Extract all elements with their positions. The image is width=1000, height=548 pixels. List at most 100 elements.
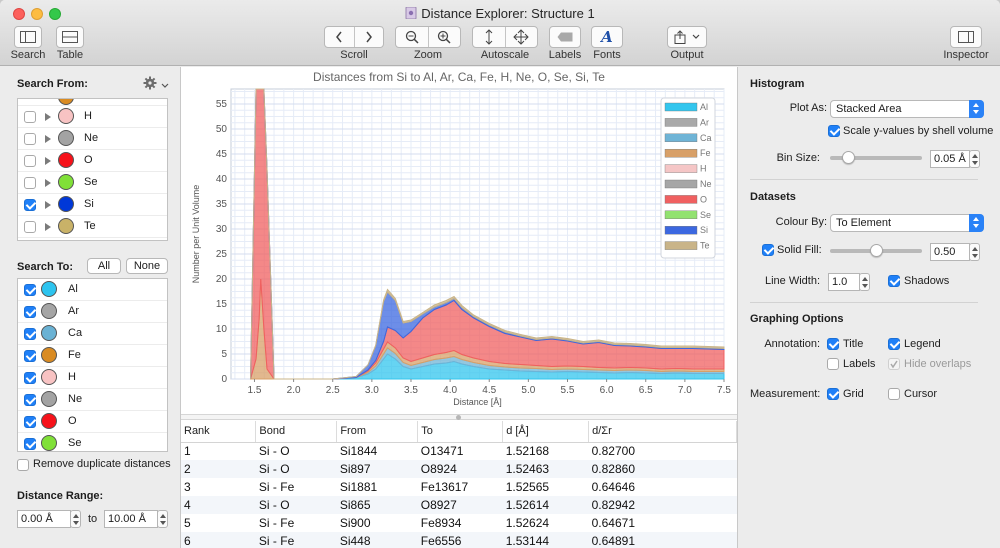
search-to-checkbox[interactable] — [24, 306, 36, 318]
scroll-right-button[interactable] — [353, 27, 383, 47]
search-to-checkbox[interactable] — [24, 394, 36, 406]
search-from-checkbox[interactable] — [24, 177, 36, 189]
labels-button[interactable] — [549, 26, 581, 48]
remove-duplicates-checkbox[interactable] — [17, 459, 29, 471]
search-to-item[interactable]: Ar — [18, 301, 167, 323]
solid-fill-slider-knob[interactable] — [870, 244, 883, 257]
range-to-field[interactable]: 10.00 Å — [104, 510, 158, 528]
labels-checkbox[interactable] — [827, 358, 839, 370]
column-header[interactable]: From — [336, 421, 419, 443]
search-to-checkbox[interactable] — [24, 328, 36, 340]
search-to-item[interactable]: Ne — [18, 389, 167, 411]
disclosure-triangle-icon[interactable] — [45, 157, 51, 165]
search-from-checkbox[interactable] — [24, 155, 36, 167]
table-button[interactable] — [56, 26, 84, 48]
y-tick-label: 0 — [221, 374, 227, 385]
y-tick-label: 25 — [216, 249, 228, 260]
bin-size-slider[interactable] — [830, 151, 922, 164]
search-to-item[interactable]: Fe — [18, 345, 167, 367]
search-to-item[interactable]: O — [18, 411, 167, 433]
column-header[interactable]: d/Σr — [588, 421, 737, 443]
search-from-checkbox[interactable] — [24, 221, 36, 233]
table-row[interactable]: 2 Si - O Si897 O8924 1.52463 0.82860 — [181, 460, 737, 478]
split-view-divider[interactable] — [181, 414, 737, 420]
search-to-item[interactable]: Al — [18, 279, 167, 301]
legend-swatch-h — [664, 164, 698, 173]
scale-y-checkbox[interactable] — [828, 125, 840, 137]
disclosure-triangle-icon[interactable] — [45, 201, 51, 209]
search-button[interactable] — [14, 26, 42, 48]
table-row[interactable]: 3 Si - Fe Si1881 Fe13617 1.52565 0.64646 — [181, 478, 737, 496]
scale-y-label: Scale y-values by shell volume — [843, 125, 994, 137]
search-to-list[interactable]: Al Ar Ca Fe H Ne O Se — [17, 278, 168, 452]
distance-histogram-chart[interactable]: 1.5 2.0 2.5 3.0 3.5 4.0 4.5 5.0 5.5 6.0 6.5 7.0 7.5 0… — [181, 67, 737, 413]
cursor-checkbox[interactable] — [888, 388, 900, 400]
autoscale-vertical-button[interactable] — [473, 27, 505, 47]
title-checkbox[interactable] — [827, 338, 839, 350]
disclosure-triangle-icon[interactable] — [45, 135, 51, 143]
line-width-stepper[interactable] — [859, 273, 870, 291]
search-from-checkbox[interactable] — [24, 133, 36, 145]
select-all-button[interactable]: All — [87, 258, 121, 274]
column-header[interactable]: d [Å] — [502, 421, 590, 443]
search-from-checkbox[interactable] — [24, 199, 36, 211]
popup-arrows-icon — [969, 100, 984, 118]
search-from-item[interactable]: Ne — [18, 128, 167, 150]
select-none-button[interactable]: None — [126, 258, 168, 274]
scroll-left-button[interactable] — [325, 27, 354, 47]
search-to-checkbox[interactable] — [24, 284, 36, 296]
search-from-item[interactable]: Si — [18, 194, 167, 216]
solid-fill-field[interactable]: 0.50 — [930, 243, 970, 261]
search-to-checkbox[interactable] — [24, 438, 36, 450]
autoscale-both-button[interactable] — [504, 27, 537, 47]
table-row[interactable]: 6 Si - Fe Si448 Fe6556 1.53144 0.64891 — [181, 532, 737, 548]
remove-duplicates-label: Remove duplicate distances — [33, 458, 171, 470]
hide-overlaps-checkbox[interactable] — [888, 358, 900, 370]
fonts-button[interactable]: A — [591, 26, 623, 48]
search-to-item[interactable]: Ca — [18, 323, 167, 345]
plot-as-popup[interactable]: Stacked Area — [830, 100, 984, 118]
bin-size-field[interactable]: 0.05 Å — [930, 150, 970, 168]
zoom-in-button[interactable] — [427, 27, 460, 47]
bin-size-stepper[interactable] — [969, 150, 980, 168]
column-header[interactable]: Rank — [181, 421, 257, 443]
disclosure-triangle-icon[interactable] — [45, 223, 51, 231]
disclosure-triangle-icon[interactable] — [45, 113, 51, 121]
colour-by-popup[interactable]: To Element — [830, 214, 984, 232]
range-to-stepper[interactable] — [157, 510, 168, 528]
solid-fill-slider[interactable] — [830, 244, 922, 257]
search-from-item[interactable]: Se — [18, 172, 167, 194]
column-header[interactable]: To — [417, 421, 504, 443]
search-to-element-label: Ne — [68, 393, 83, 405]
table-row[interactable]: 4 Si - O Si865 O8927 1.52614 0.82942 — [181, 496, 737, 514]
range-from-field[interactable]: 0.00 Å — [17, 510, 71, 528]
search-to-checkbox[interactable] — [24, 350, 36, 362]
column-header[interactable]: Bond — [255, 421, 338, 443]
range-from-stepper[interactable] — [70, 510, 81, 528]
search-from-item[interactable]: Te — [18, 216, 167, 238]
table-row[interactable]: 5 Si - Fe Si900 Fe8934 1.52624 0.64671 — [181, 514, 737, 532]
table-row[interactable]: 1 Si - O Si1844 O13471 1.52168 0.82700 — [181, 442, 737, 460]
grid-checkbox[interactable] — [827, 388, 839, 400]
solid-fill-checkbox[interactable] — [762, 244, 774, 256]
zoom-out-button[interactable] — [396, 27, 428, 47]
search-to-item[interactable]: Se — [18, 433, 167, 451]
bin-size-slider-knob[interactable] — [842, 151, 856, 164]
search-from-item[interactable]: H — [18, 106, 167, 128]
autoscale-control — [472, 26, 538, 48]
search-to-item[interactable]: H — [18, 367, 167, 389]
search-from-item[interactable]: O — [18, 150, 167, 172]
search-from-list[interactable]: H Ne O Se Si Te — [17, 98, 168, 241]
search-to-checkbox[interactable] — [24, 416, 36, 428]
output-button[interactable] — [667, 26, 707, 48]
line-width-field[interactable]: 1.0 — [828, 273, 860, 291]
results-table[interactable]: Rank Bond From To d [Å] d/Σr 1 Si - O Si1844 O13… — [181, 421, 737, 548]
inspector-button[interactable] — [950, 26, 982, 48]
search-from-checkbox[interactable] — [24, 111, 36, 123]
search-to-checkbox[interactable] — [24, 372, 36, 384]
shadows-checkbox[interactable] — [888, 275, 900, 287]
legend-checkbox[interactable] — [888, 338, 900, 350]
disclosure-triangle-icon[interactable] — [45, 179, 51, 187]
solid-fill-stepper[interactable] — [969, 243, 980, 261]
search-from-gear-menu[interactable] — [143, 76, 169, 93]
